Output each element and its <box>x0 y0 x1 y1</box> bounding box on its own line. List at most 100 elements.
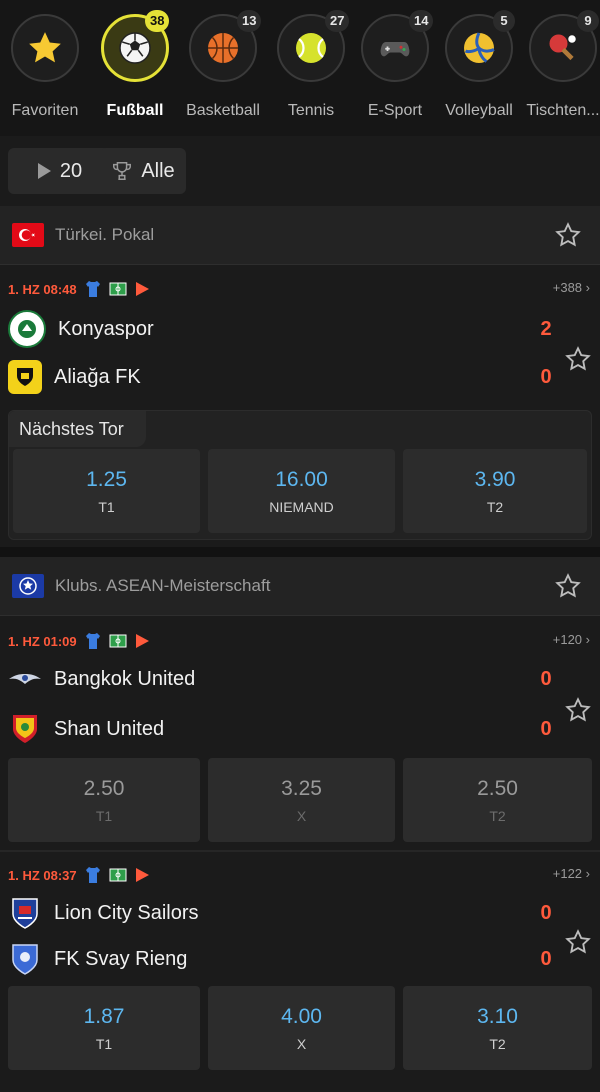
odd-label: T1 <box>95 1036 113 1052</box>
live-filter-button[interactable]: 20 <box>8 148 110 194</box>
odd-value: 1.87 <box>83 1005 125 1028</box>
odd-button[interactable]: 3.10 T2 <box>403 986 592 1070</box>
filter-bar: 20 Alle <box>0 136 600 206</box>
odd-button[interactable]: 16.00 NIEMAND <box>208 449 395 533</box>
match-card[interactable]: 1. HZ 08:48 +388 › Konyaspor 2 Aliağa FK… <box>0 265 600 547</box>
odd-label: T2 <box>489 808 506 824</box>
sport-label: Fußball <box>106 102 164 119</box>
team-home: Bangkok United <box>8 661 195 697</box>
favorite-star-icon[interactable] <box>554 221 582 249</box>
lion-city-sailors-logo-icon <box>8 896 42 930</box>
league-header[interactable]: Türkei. Pokal <box>0 206 600 265</box>
more-markets-link[interactable]: +388 › <box>553 280 590 295</box>
score-away: 0 <box>540 718 552 740</box>
odd-value: 2.50 <box>83 777 125 800</box>
odd-label: T2 <box>486 499 504 515</box>
odd-label: T1 <box>98 499 115 515</box>
field-icon <box>109 868 127 882</box>
odd-label: X <box>296 1036 307 1052</box>
shirt-icon <box>85 281 100 297</box>
more-markets-link[interactable]: +120 › <box>553 632 590 647</box>
team-away: Shan United <box>8 711 164 747</box>
svay-rieng-logo-icon <box>8 942 42 976</box>
team-home: Konyaspor <box>8 310 154 348</box>
score-away: 0 <box>540 366 552 388</box>
more-markets-link[interactable]: +122 › <box>553 866 590 881</box>
section-separator <box>0 547 600 557</box>
odd-button[interactable]: 4.00 X <box>208 986 395 1070</box>
odd-value: 3.25 <box>281 777 322 800</box>
shirt-icon <box>85 867 100 883</box>
league-name: Türkei. Pokal <box>55 225 155 244</box>
favorite-star-icon[interactable] <box>554 572 582 600</box>
market-title: Nächstes Tor <box>9 411 146 447</box>
all-filter-button[interactable]: Alle <box>100 148 186 194</box>
match-status: 1. HZ 01:09 <box>8 632 149 650</box>
team-home: Lion City Sailors <box>8 895 199 931</box>
match-status: 1. HZ 08:48 <box>8 280 149 298</box>
sport-count-badge: 27 <box>325 10 350 32</box>
aliaga-logo-icon <box>8 360 42 394</box>
odd-label: T2 <box>489 1036 506 1052</box>
sport-count-badge: 5 <box>493 10 515 32</box>
team-away: Aliağa FK <box>8 359 141 395</box>
sport-label: Favoriten <box>11 102 79 119</box>
team-away: FK Svay Rieng <box>8 941 187 977</box>
sport-count-badge: 38 <box>145 10 170 32</box>
turkey-flag-icon <box>12 223 44 247</box>
field-icon <box>109 282 127 296</box>
odd-button[interactable]: 2.50 T1 <box>8 758 200 842</box>
konyaspor-logo-icon <box>8 310 46 348</box>
team-name: Lion City Sailors <box>54 901 199 924</box>
match-time: 1. HZ 01:09 <box>8 633 77 649</box>
sports-carousel: Favoriten 38 Fußball 13 Basketball 27 Te… <box>0 0 600 136</box>
odd-label: T1 <box>95 808 113 824</box>
match-card[interactable]: 1. HZ 08:37 +122 › Lion City Sailors 0 F… <box>0 852 600 1092</box>
sport-label: Tischten... <box>526 102 600 119</box>
favorite-star-icon[interactable] <box>564 928 592 956</box>
odd-button[interactable]: 3.25 X <box>208 758 395 842</box>
team-name: Aliağa FK <box>54 365 141 388</box>
field-icon <box>109 634 127 648</box>
score-home: 2 <box>540 318 552 340</box>
odd-value: 3.90 <box>474 468 516 491</box>
odd-value: 3.10 <box>477 1005 518 1028</box>
odd-button[interactable]: 2.50 T2 <box>403 758 592 842</box>
score-away: 0 <box>540 948 552 970</box>
score-home: 0 <box>540 668 552 690</box>
odd-value: 16.00 <box>275 468 328 491</box>
favorite-star-icon[interactable] <box>564 696 592 724</box>
sport-label: E-Sport <box>367 102 423 119</box>
odd-button[interactable]: 1.25 T1 <box>13 449 200 533</box>
odd-label: X <box>296 808 307 824</box>
play-icon <box>37 163 51 179</box>
team-name: FK Svay Rieng <box>54 947 188 970</box>
sport-label: Tennis <box>287 102 335 119</box>
bangkok-united-logo-icon <box>8 662 42 696</box>
league-name: Klubs. ASEAN-Meisterschaft <box>55 576 271 595</box>
all-filter-label: Alle <box>141 159 175 182</box>
match-status: 1. HZ 08:37 <box>8 866 149 884</box>
sport-label: Basketball <box>186 102 260 119</box>
odd-label: NIEMAND <box>269 499 334 515</box>
odd-button[interactable]: 3.90 T2 <box>403 449 587 533</box>
odd-button[interactable]: 1.87 T1 <box>8 986 200 1070</box>
shirt-icon <box>85 633 100 649</box>
play-icon <box>135 634 149 648</box>
shan-united-logo-icon <box>8 712 42 746</box>
champions-league-icon <box>12 574 44 598</box>
match-card[interactable]: 1. HZ 01:09 +120 › Bangkok United 0 Shan… <box>0 616 600 850</box>
live-count: 20 <box>59 159 83 182</box>
score-home: 0 <box>540 902 552 924</box>
team-name: Bangkok United <box>54 667 196 690</box>
sport-count-badge: 13 <box>237 10 262 32</box>
odd-value: 1.25 <box>86 468 127 491</box>
star-icon <box>11 14 79 82</box>
league-header[interactable]: Klubs. ASEAN-Meisterschaft <box>0 557 600 616</box>
sport-count-badge: 14 <box>409 10 434 32</box>
play-icon <box>135 282 149 296</box>
trophy-icon <box>113 162 132 180</box>
odd-value: 4.00 <box>281 1005 322 1028</box>
favorite-star-icon[interactable] <box>564 345 592 373</box>
team-name: Shan United <box>54 717 165 740</box>
